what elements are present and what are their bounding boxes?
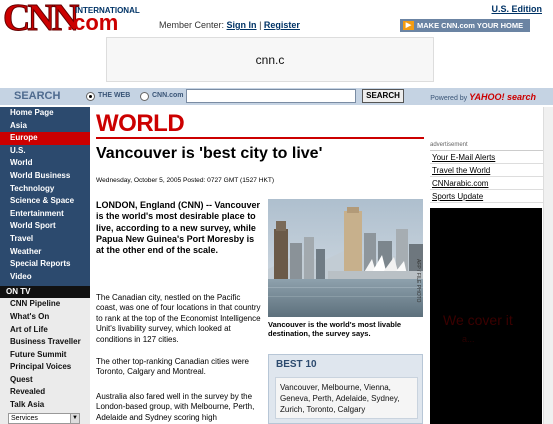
vancouver-skyline-image xyxy=(268,199,423,317)
search-input[interactable] xyxy=(186,89,356,103)
search-bar: SEARCH THE WEB CNN.com SEARCH Powered by… xyxy=(0,88,553,105)
best-10-box: BEST 10 Vancouver, Melbourne, Vienna, Ge… xyxy=(268,354,423,424)
on-tv-item-future-summit[interactable]: Future Summit xyxy=(0,349,90,362)
member-center-label: Member Center: xyxy=(159,20,225,30)
article-paragraph: The other top-ranking Canadian cities we… xyxy=(96,357,249,377)
nav-item-technology[interactable]: Technology xyxy=(0,183,90,196)
us-edition-link[interactable]: U.S. Edition xyxy=(492,4,543,14)
section-title: WORLD xyxy=(96,110,185,137)
on-tv-item-talk-asia[interactable]: Talk Asia xyxy=(0,399,90,412)
nav-item-home-page[interactable]: Home Page xyxy=(0,107,90,120)
nav-item-special-reports[interactable]: Special Reports xyxy=(0,258,90,271)
chevron-down-icon: ▼ xyxy=(70,413,79,423)
photo-caption: Vancouver is the world's most livable de… xyxy=(268,320,402,338)
sign-in-link[interactable]: Sign In xyxy=(227,20,257,30)
page-scroll-edge xyxy=(543,107,553,424)
link-email-alerts[interactable]: Your E-Mail Alerts xyxy=(430,151,553,164)
member-separator: | xyxy=(259,20,262,30)
member-center-bar: Member Center: Sign In | Register xyxy=(159,20,300,30)
header: CNN INTERNATIONAL .com U.S. Edition Memb… xyxy=(0,0,553,90)
side-ad[interactable]: We cover it a... xyxy=(430,208,542,424)
right-link-list: Your E-Mail Alerts Travel the World CNNa… xyxy=(430,150,553,203)
search-title: SEARCH xyxy=(14,90,61,102)
nav-item-world[interactable]: World xyxy=(0,157,90,170)
nav-item-asia[interactable]: Asia xyxy=(0,120,90,133)
cnn-logo[interactable]: CNN INTERNATIONAL .com xyxy=(2,0,139,39)
logo-cnn-text: CNN xyxy=(2,0,79,39)
article-lead: LONDON, England (CNN) -- Vancouver is th… xyxy=(96,200,261,256)
link-cnnarabic[interactable]: CNNarabic.com xyxy=(430,177,553,190)
services-select-value: Services xyxy=(11,414,38,422)
on-tv-item-whats-on[interactable]: What's On xyxy=(0,311,90,324)
yahoo-logo: YAHOO! search xyxy=(469,92,536,102)
top-ad-banner[interactable]: cnn.c xyxy=(106,37,434,82)
article-paragraph: Australia also fared well in the survey … xyxy=(96,392,255,422)
link-sports-update[interactable]: Sports Update xyxy=(430,190,553,203)
on-tv-item-principal-voices[interactable]: Principal Voices xyxy=(0,361,90,374)
left-nav: Home Page Asia Europe U.S. World World B… xyxy=(0,107,90,424)
on-tv-header: ON TV xyxy=(0,286,90,299)
nav-item-world-sport[interactable]: World Sport xyxy=(0,220,90,233)
nav-item-europe[interactable]: Europe xyxy=(0,132,90,145)
article-paragraph: The Canadian city, nestled on the Pacifi… xyxy=(96,293,261,344)
side-ad-subtext: a... xyxy=(462,334,475,344)
nav-item-weather[interactable]: Weather xyxy=(0,246,90,259)
arrow-right-icon: ▶ xyxy=(403,21,414,30)
nav-item-world-business[interactable]: World Business xyxy=(0,170,90,183)
nav-item-travel[interactable]: Travel xyxy=(0,233,90,246)
register-link[interactable]: Register xyxy=(264,20,300,30)
best-10-list: Vancouver, Melbourne, Vienna, Geneva, Pe… xyxy=(275,377,418,419)
nav-item-entertainment[interactable]: Entertainment xyxy=(0,208,90,221)
right-column: advertisement Your E-Mail Alerts Travel … xyxy=(430,142,553,203)
radio-cnn-com[interactable] xyxy=(140,92,149,101)
radio-cnn-com-label: CNN.com xyxy=(152,92,184,99)
side-ad-headline: We cover it xyxy=(443,312,513,328)
article-headline: Vancouver is 'best city to live' xyxy=(96,145,323,162)
ad-banner-text: cnn.c xyxy=(255,53,285,67)
powered-by-yahoo[interactable]: Powered by YAHOO! search xyxy=(430,92,536,102)
logo-com-text: .com xyxy=(67,10,119,35)
on-tv-item-cnn-pipeline[interactable]: CNN Pipeline xyxy=(0,298,90,311)
article-dateline: Wednesday, October 5, 2005 Posted: 0727 … xyxy=(96,177,275,184)
on-tv-item-revealed[interactable]: Revealed xyxy=(0,386,90,399)
radio-the-web[interactable] xyxy=(86,92,95,101)
best-10-title: BEST 10 xyxy=(276,359,317,370)
search-button[interactable]: SEARCH xyxy=(362,89,404,103)
on-tv-list: CNN Pipeline What's On Art of Life Busin… xyxy=(0,298,90,424)
photo-credit: AFP / FILE PHOTO xyxy=(415,259,421,303)
link-travel-the-world[interactable]: Travel the World xyxy=(430,164,553,177)
nav-item-us[interactable]: U.S. xyxy=(0,145,90,158)
make-homepage-button[interactable]: ▶ MAKE CNN.com YOUR HOME PAGE xyxy=(400,19,530,43)
powered-by-label: Powered by xyxy=(430,95,468,102)
section-divider xyxy=(96,137,424,139)
nav-item-video[interactable]: Video xyxy=(0,271,90,284)
on-tv-item-art-of-life[interactable]: Art of Life xyxy=(0,324,90,337)
nav-item-science-space[interactable]: Science & Space xyxy=(0,195,90,208)
vancouver-photo: AFP / FILE PHOTO xyxy=(268,199,423,317)
on-tv-item-business-traveller[interactable]: Business Traveller xyxy=(0,336,90,349)
services-select[interactable]: Services ▼ xyxy=(8,412,80,424)
advertisement-label: advertisement xyxy=(430,142,468,148)
radio-the-web-label: THE WEB xyxy=(98,92,131,99)
on-tv-item-quest[interactable]: Quest xyxy=(0,374,90,387)
